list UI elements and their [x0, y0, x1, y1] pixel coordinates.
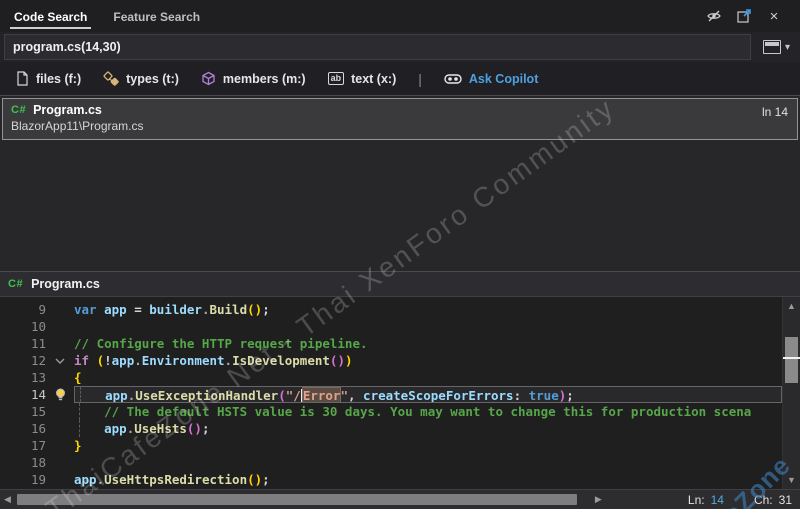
code-text: app.UseExceptionHandler("/Error", create…	[74, 386, 782, 403]
gutter-slot	[46, 301, 74, 318]
status-bar: ◀ ▶ Ln: 14 Ch: 31	[0, 489, 800, 509]
line-number: 10	[0, 318, 46, 335]
code-line-14[interactable]: 14 app.UseExceptionHandler("/Error", cre…	[0, 386, 782, 403]
code-line-10[interactable]: 10	[0, 318, 782, 335]
scroll-right-icon[interactable]: ▶	[591, 494, 606, 505]
search-input[interactable]: program.cs(14,30)	[4, 34, 751, 60]
file-icon	[16, 71, 29, 86]
filter-text[interactable]: ab text (x:)	[328, 72, 397, 86]
line-number: 15	[0, 403, 46, 420]
code-text: {	[74, 369, 782, 386]
column-label: Ch:	[754, 493, 773, 507]
line-value: 14	[711, 493, 724, 507]
code-line-19[interactable]: 19 app.UseHttpsRedirection();	[0, 471, 782, 488]
vertical-scrollbar[interactable]: ▲ ▼	[782, 297, 800, 489]
line-label: Ln:	[688, 493, 705, 507]
gutter-slot	[46, 471, 74, 488]
filter-row: files (f:) types (t:) members (m:) ab te…	[0, 62, 800, 95]
result-file-name: Program.cs	[33, 103, 102, 117]
fold-slot[interactable]	[46, 352, 74, 369]
horizontal-scrollbar[interactable]	[15, 494, 591, 505]
line-number: 14	[0, 386, 46, 403]
code-search-window: Code Search Feature Search × program.cs(…	[0, 0, 800, 509]
results-layout-button[interactable]: ▾	[759, 38, 794, 56]
line-number: 19	[0, 471, 46, 488]
hide-preview-eye-slash-icon[interactable]	[706, 8, 722, 24]
code-text: app.UseHsts();	[74, 420, 782, 437]
quick-actions-slot[interactable]	[46, 386, 74, 403]
line-number: 13	[0, 369, 46, 386]
gutter-slot	[46, 437, 74, 454]
code-editor: 9 var app = builder.Build(); 1011 // Config…	[0, 297, 800, 489]
code-line-16[interactable]: 16 app.UseHsts();	[0, 420, 782, 437]
result-item-program-cs[interactable]: C# Program.cs BlazorApp11\Program.cs ln …	[2, 98, 798, 140]
lightbulb-icon	[55, 388, 66, 402]
code-line-11[interactable]: 11 // Configure the HTTP request pipeline…	[0, 335, 782, 352]
search-row: program.cs(14,30) ▾	[0, 32, 800, 62]
filter-members[interactable]: members (m:)	[201, 71, 306, 86]
preview-header: C# Program.cs	[0, 272, 800, 297]
caret-position-status: Ln: 14 Ch: 31	[688, 493, 792, 507]
code-line-17[interactable]: 17}	[0, 437, 782, 454]
code-lines: 9 var app = builder.Build(); 1011 // Config…	[0, 297, 782, 489]
filter-types[interactable]: types (t:)	[103, 71, 179, 86]
code-text: // Configure the HTTP request pipeline.	[74, 335, 782, 352]
copilot-icon	[444, 72, 462, 86]
scroll-down-icon[interactable]: ▼	[783, 475, 800, 485]
vertical-scrollbar-thumb[interactable]	[785, 337, 798, 383]
code-line-15[interactable]: 15 // The default HSTS value is 30 days.…	[0, 403, 782, 420]
filter-separator: |	[418, 71, 422, 87]
tab-code-search[interactable]: Code Search	[8, 2, 93, 30]
preview-title: Program.cs	[31, 277, 100, 291]
code-line-9[interactable]: 9 var app = builder.Build();	[0, 301, 782, 318]
gutter-slot	[46, 369, 74, 386]
gutter-slot	[46, 403, 74, 420]
code-text: app.UseHttpsRedirection();	[74, 471, 782, 488]
line-number: 9	[0, 301, 46, 318]
code-line-13[interactable]: 13 {	[0, 369, 782, 386]
panel-layout-icon	[763, 40, 781, 54]
code-text	[74, 318, 782, 335]
line-number: 17	[0, 437, 46, 454]
line-number: 16	[0, 420, 46, 437]
code-text: // The default HSTS value is 30 days. Yo…	[74, 403, 782, 420]
code-text: }	[74, 437, 782, 454]
types-icon	[103, 71, 119, 86]
ask-copilot-button[interactable]: Ask Copilot	[444, 72, 538, 86]
result-file-path: BlazorApp11\Program.cs	[11, 119, 789, 133]
scroll-left-icon[interactable]: ◀	[0, 494, 15, 505]
close-icon[interactable]: ×	[766, 8, 782, 24]
csharp-file-icon: C#	[11, 104, 26, 116]
csharp-file-icon: C#	[8, 278, 23, 290]
window-controls: ×	[706, 8, 792, 24]
scroll-up-icon[interactable]: ▲	[783, 301, 800, 311]
gutter-slot	[46, 420, 74, 437]
line-number: 11	[0, 335, 46, 352]
results-list: C# Program.cs BlazorApp11\Program.cs ln …	[0, 95, 800, 272]
members-cube-icon	[201, 71, 216, 86]
column-value: 31	[779, 493, 792, 507]
chevron-down-icon: ▾	[785, 42, 790, 53]
line-number: 12	[0, 352, 46, 369]
code-text	[74, 454, 782, 471]
code-text: if (!app.Environment.IsDevelopment())	[74, 352, 782, 369]
code-line-18[interactable]: 18	[0, 454, 782, 471]
code-text: var app = builder.Build();	[74, 301, 782, 318]
text-ab-icon: ab	[328, 72, 345, 85]
tab-feature-search[interactable]: Feature Search	[107, 2, 206, 30]
fold-chevron-icon	[55, 357, 65, 365]
gutter-slot	[46, 318, 74, 335]
filter-files[interactable]: files (f:)	[16, 71, 81, 86]
line-number: 18	[0, 454, 46, 471]
gutter-slot	[46, 335, 74, 352]
result-line-number: ln 14	[762, 105, 788, 119]
popout-window-icon[interactable]	[736, 8, 752, 24]
gutter-slot	[46, 454, 74, 471]
tab-strip: Code Search Feature Search ×	[0, 0, 800, 32]
horizontal-scrollbar-thumb[interactable]	[17, 494, 577, 505]
code-line-12[interactable]: 12 if (!app.Environment.IsDevelopment())	[0, 352, 782, 369]
caret-position-marker	[783, 357, 800, 359]
